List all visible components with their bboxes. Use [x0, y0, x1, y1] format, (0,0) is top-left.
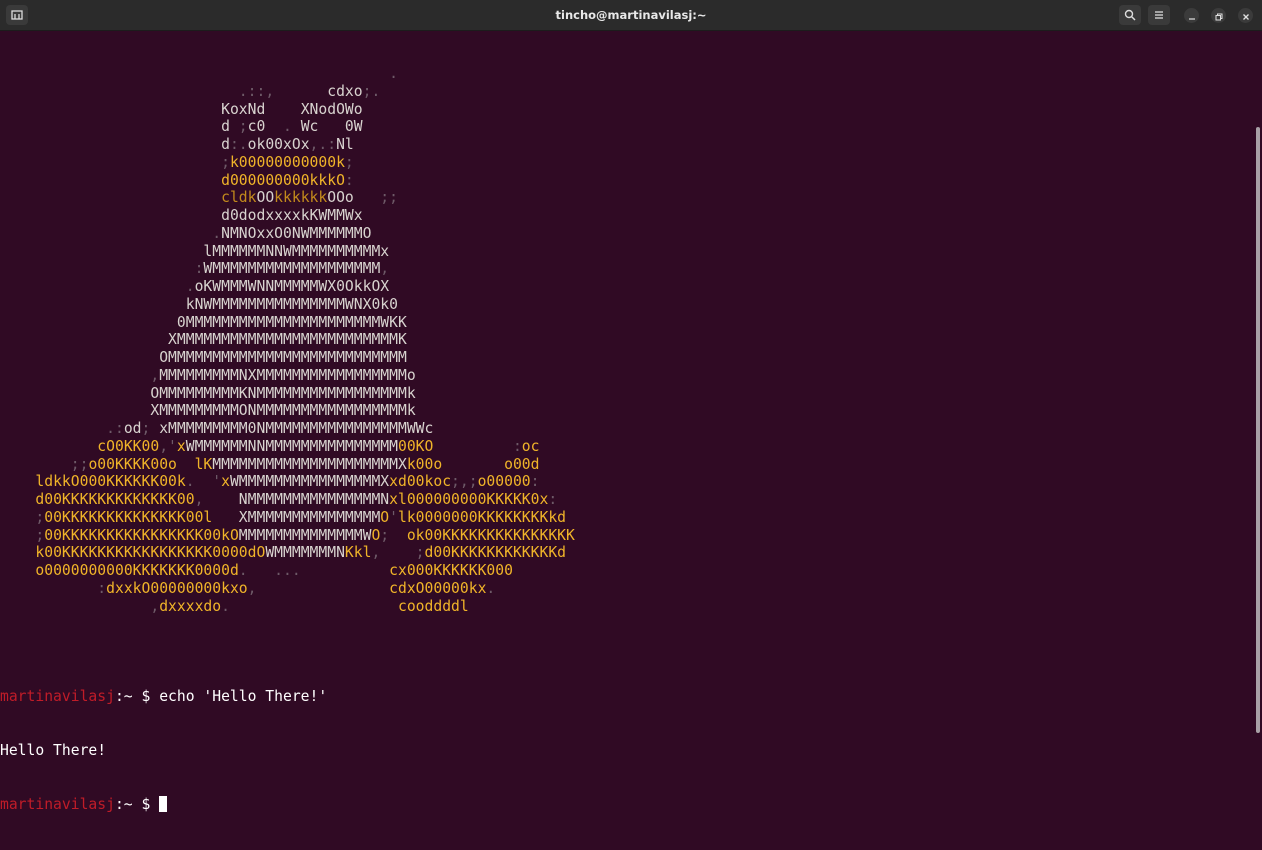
ascii-art-line: kNWMMMMMMMMMMMMMMMWNX0k0 [185, 295, 398, 313]
ascii-art-line: 0MMMMMMMMMMMMMMMMMMMMMMWKK [176, 313, 407, 331]
maximize-button[interactable] [1211, 8, 1226, 23]
menu-button[interactable] [1148, 5, 1170, 25]
ascii-art-line: OMMMMMMMMMMMMMMMMMMMMMMMMMMM [159, 349, 407, 366]
search-icon [1124, 6, 1136, 25]
ascii-art-line: :dxxkO00000000kxo, cdxO00000kx. [97, 579, 496, 597]
ascii-art-line: XMMMMMMMMMMMMMMMMMMMMMMMMMK [168, 331, 407, 349]
active-prompt-line[interactable]: martinavilasj:~ $ [0, 796, 327, 814]
ascii-art-line: d000000000kkkO: [221, 171, 354, 189]
ascii-art-line: ;00KKKKKKKKKKKKKKKK00kOMMMMMMMMMMMMMMWO;… [35, 526, 575, 544]
ascii-art-line: o0000000000KKKKKKK0000d. ... cx000KKKKKK… [35, 562, 513, 579]
ascii-art-line: d0dodxxxxkKWMMWx [221, 207, 363, 224]
command-text: echo 'Hello There!' [159, 688, 328, 705]
title-bar: tincho@martinavilasj:~ [0, 0, 1262, 31]
close-button[interactable] [1238, 8, 1253, 23]
minimize-icon [1188, 6, 1196, 25]
command-output: Hello There! [0, 742, 107, 759]
ascii-art-line: ,dxxxxdo. cooddddl [150, 597, 469, 615]
search-button[interactable] [1119, 5, 1141, 25]
ascii-art-line: XMMMMMMMMMONMMMMMMMMMMMMMMMMMk [150, 402, 416, 420]
prompt-user: martinavilasj [0, 796, 115, 813]
terminal-output: martinavilasj:~ $ echo 'Hello There!' He… [0, 652, 327, 850]
prompt-path: :~ $ [114, 688, 160, 705]
ascii-art-line: .NMNOxxO0NWMMMMMMO [212, 224, 372, 242]
prompt-user: martinavilasj [0, 688, 115, 705]
ascii-art-line: :WMMMMMMMMMMMMMMMMMMM, [194, 260, 390, 278]
scrollbar[interactable] [1256, 127, 1260, 733]
text-cursor [159, 796, 168, 812]
ascii-art-line: . [389, 65, 398, 82]
ascii-art-line: cldkOOkkkkkkOOo ;; [221, 189, 398, 207]
restore-icon [1215, 6, 1223, 25]
ascii-art-line: KoxNd XNodOWo [221, 100, 363, 118]
window-title: tincho@martinavilasj:~ [555, 8, 707, 22]
ascii-art-line: ;00KKKKKKKKKKKKKK00l XMMMMMMMMMMMMMMMO'l… [35, 508, 566, 526]
ascii-art-line: k00KKKKKKKKKKKKKKKKK0000dOWMMMMMMMNKkl, … [35, 544, 566, 562]
minimize-button[interactable] [1184, 8, 1199, 23]
ascii-art-line: d00KKKKKKKKKKKKK00, NMMMMMMMMMMMMMMMNxl0… [35, 491, 558, 508]
ascii-art-line: d:.ok00xOx,.:Nl [221, 136, 354, 153]
close-icon [1242, 6, 1250, 25]
ascii-art-line: ,MMMMMMMMMNXMMMMMMMMMMMMMMMMMo [150, 366, 416, 384]
ascii-art-line: OMMMMMMMMMKNMMMMMMMMMMMMMMMMMk [150, 384, 416, 402]
ascii-art-line: cO0KK00,'xWMMMMMMNNMMMMMMMMMMMMMMM00KO :… [97, 437, 540, 455]
ascii-art-line: .oKWMMMWNNMMMMMWX0OkkOX [185, 278, 390, 295]
command-line: martinavilasj:~ $ echo 'Hello There!' [0, 688, 327, 706]
prompt-path: :~ $ [114, 796, 160, 813]
terminal-area[interactable]: . .::, cdxo;. KoxNd XNodOWo d ;c0 . Wc 0… [0, 31, 1262, 813]
ascii-art-line: .::, cdxo;. [238, 82, 381, 100]
ascii-art-line: ;;o00KKKK00o lKMMMMMMMMMMMMMMMMMMMMMXk00… [70, 455, 540, 473]
hamburger-menu-icon [1153, 6, 1165, 25]
ascii-art-line: ldkkO000KKKKKK00k. 'xWMMMMMMMMMMMMMMMMXx… [35, 473, 540, 491]
ascii-art-line: .:od; xMMMMMMMMM0NMMMMMMMMMMMMMMMMWWc [106, 420, 434, 437]
ascii-art-line: ;k00000000000k; [221, 153, 354, 171]
ascii-art: . .::, cdxo;. KoxNd XNodOWo d ;c0 . Wc 0… [0, 65, 575, 615]
ascii-art-line: d ;c0 . Wc 0W [221, 118, 363, 136]
ascii-art-line: lMMMMMMNNWMMMMMMMMMMx [203, 242, 390, 260]
